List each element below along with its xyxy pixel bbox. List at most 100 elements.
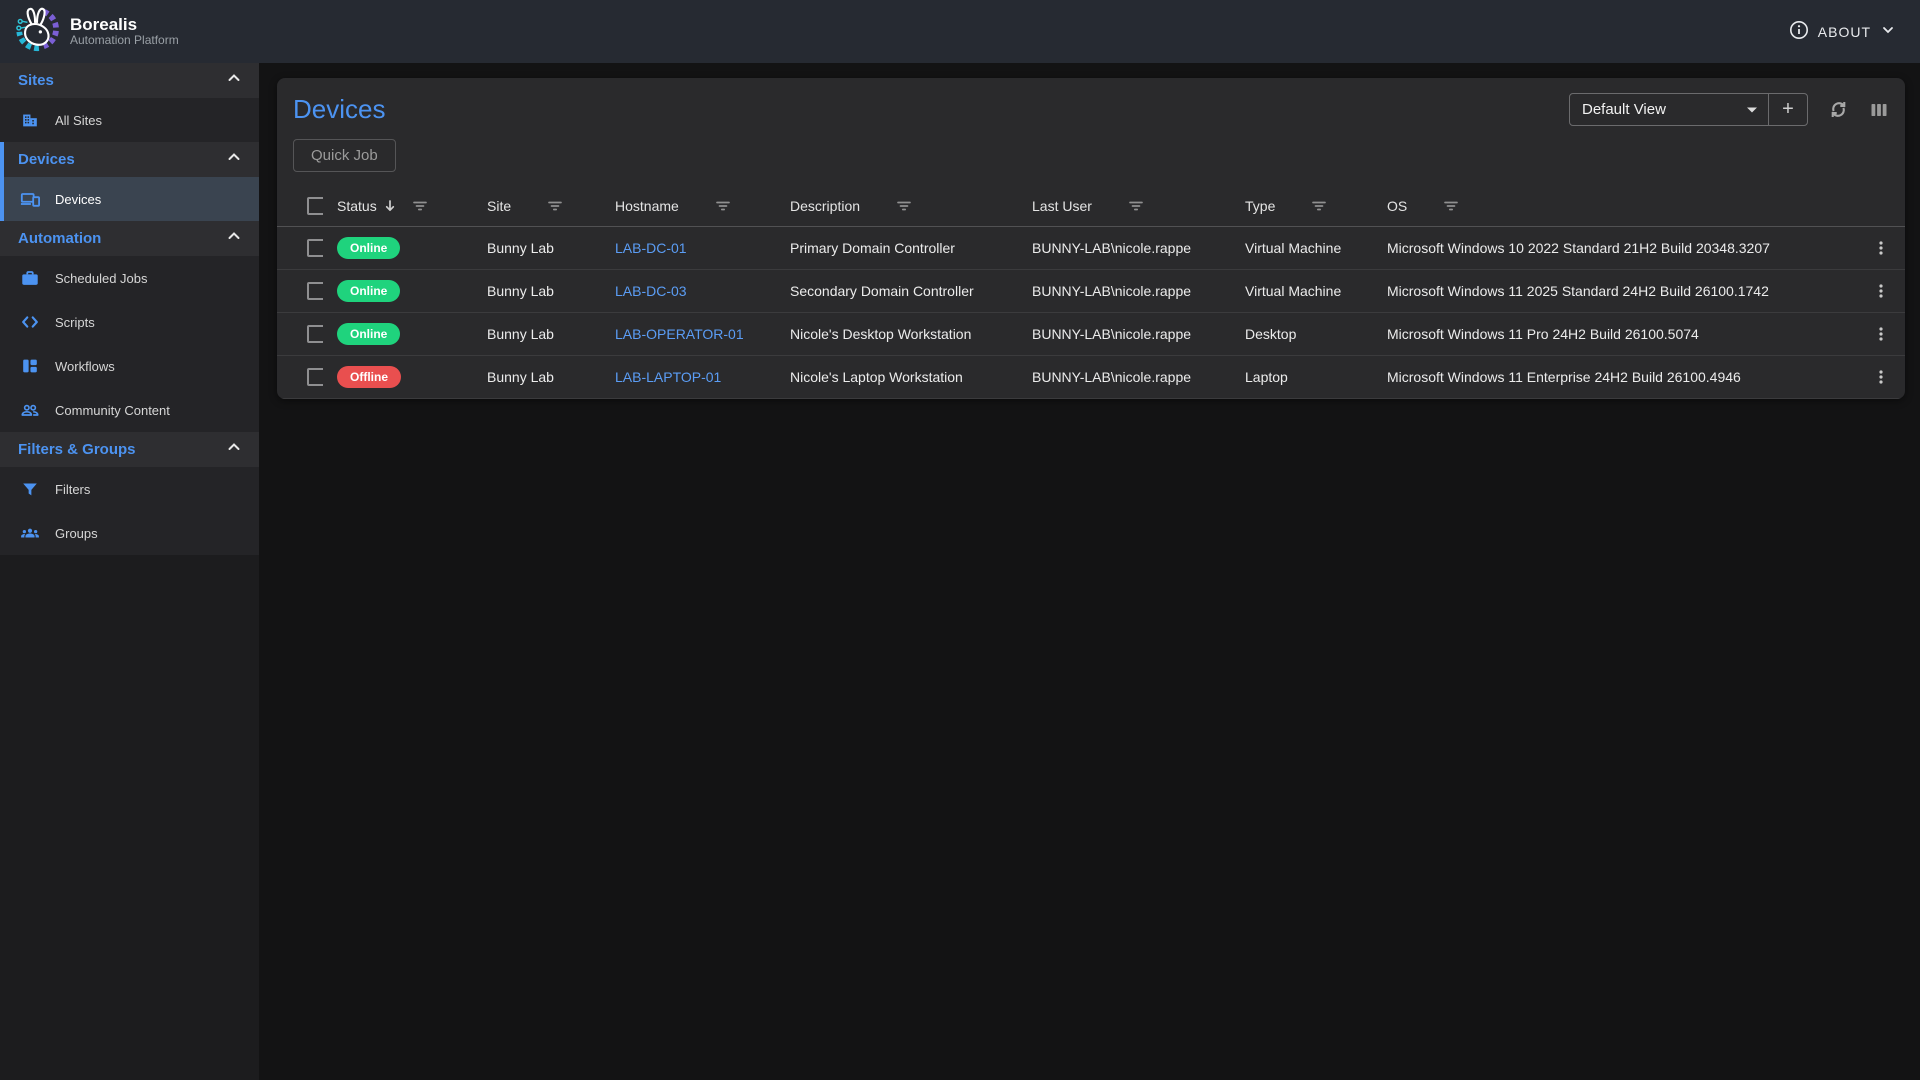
filter-menu-icon[interactable] — [715, 199, 731, 213]
row-menu-button[interactable] — [1872, 368, 1890, 386]
hostname-link[interactable]: LAB-DC-01 — [615, 240, 687, 256]
filter-menu-icon[interactable] — [896, 199, 912, 213]
app-subtitle: Automation Platform — [70, 34, 179, 48]
hostname-link[interactable]: LAB-OPERATOR-01 — [615, 326, 744, 342]
sidebar-item-label: Community Content — [55, 403, 170, 418]
sidebar-item-label: Scripts — [55, 315, 95, 330]
groups-icon — [19, 522, 41, 544]
sidebar-item-devices[interactable]: Devices — [0, 177, 259, 221]
sidebar-item-label: Filters — [55, 482, 90, 497]
filter-menu-icon[interactable] — [1128, 199, 1144, 213]
columns-button[interactable] — [1869, 100, 1889, 120]
status-badge: Online — [337, 280, 400, 302]
hostname-link[interactable]: LAB-LAPTOP-01 — [615, 369, 721, 385]
sidebar-item-scripts[interactable]: Scripts — [0, 300, 259, 344]
row-checkbox[interactable] — [307, 325, 323, 343]
table-header-row: Status Site — [277, 185, 1905, 227]
chevron-up-icon — [225, 148, 243, 171]
hostname-link[interactable]: LAB-DC-03 — [615, 283, 687, 299]
sidebar-item-filters[interactable]: Filters — [0, 467, 259, 511]
column-header-type[interactable]: Type — [1231, 198, 1373, 214]
column-header-site[interactable]: Site — [473, 198, 601, 214]
sidebar-section-header-devices[interactable]: Devices — [0, 142, 259, 177]
sidebar-item-workflows[interactable]: Workflows — [0, 344, 259, 388]
filter-menu-icon[interactable] — [412, 199, 428, 213]
sidebar-item-community-content[interactable]: Community Content — [0, 388, 259, 432]
last-user-cell: BUNNY-LAB\nicole.rappe — [1018, 326, 1231, 342]
os-cell: Microsoft Windows 10 2022 Standard 21H2 … — [1373, 240, 1857, 256]
view-select-value: Default View — [1582, 101, 1666, 118]
devices-panel: Devices Default View + — [277, 78, 1905, 399]
row-menu-button[interactable] — [1872, 282, 1890, 300]
sidebar-item-all-sites[interactable]: All Sites — [0, 98, 259, 142]
site-cell: Bunny Lab — [473, 326, 601, 342]
filter-menu-icon[interactable] — [1311, 199, 1327, 213]
code-icon — [19, 311, 41, 333]
table-row[interactable]: Online Bunny Lab LAB-DC-01 Primary Domai… — [277, 227, 1905, 270]
main-content: Devices Default View + — [259, 63, 1920, 1080]
add-view-button[interactable]: + — [1769, 94, 1807, 125]
os-cell: Microsoft Windows 11 Pro 24H2 Build 2610… — [1373, 326, 1857, 342]
column-header-status[interactable]: Status — [323, 198, 473, 214]
dropdown-arrow-icon — [1746, 101, 1758, 118]
table-row[interactable]: Offline Bunny Lab LAB-LAPTOP-01 Nicole's… — [277, 356, 1905, 399]
type-cell: Virtual Machine — [1231, 283, 1373, 299]
sidebar-item-label: Scheduled Jobs — [55, 271, 148, 286]
sidebar-item-label: Devices — [55, 192, 101, 207]
last-user-cell: BUNNY-LAB\nicole.rappe — [1018, 240, 1231, 256]
row-checkbox[interactable] — [307, 368, 323, 386]
refresh-button[interactable] — [1828, 99, 1849, 120]
column-header-last-user[interactable]: Last User — [1018, 198, 1231, 214]
sidebar: Sites — [0, 63, 259, 1080]
sidebar-item-label: Workflows — [55, 359, 115, 374]
table-row[interactable]: Online Bunny Lab LAB-DC-03 Secondary Dom… — [277, 270, 1905, 313]
chevron-up-icon — [225, 438, 243, 461]
people-outline-icon — [19, 399, 41, 421]
site-cell: Bunny Lab — [473, 283, 601, 299]
sidebar-section-header-filters-groups[interactable]: Filters & Groups — [0, 432, 259, 467]
briefcase-icon — [19, 267, 41, 289]
last-user-cell: BUNNY-LAB\nicole.rappe — [1018, 283, 1231, 299]
view-select[interactable]: Default View — [1570, 94, 1768, 125]
filter-menu-icon[interactable] — [1443, 199, 1459, 213]
sidebar-item-groups[interactable]: Groups — [0, 511, 259, 555]
sidebar-section-header-sites[interactable]: Sites — [0, 63, 259, 98]
sidebar-section-filters-groups: Filters & Groups Filters — [0, 432, 259, 555]
filter-menu-icon[interactable] — [547, 199, 563, 213]
status-badge: Offline — [337, 366, 401, 388]
sidebar-section-devices: Devices Devices — [0, 142, 259, 221]
row-checkbox[interactable] — [307, 239, 323, 257]
os-cell: Microsoft Windows 11 Enterprise 24H2 Bui… — [1373, 369, 1857, 385]
site-cell: Bunny Lab — [473, 240, 601, 256]
description-cell: Nicole's Laptop Workstation — [776, 369, 1018, 385]
row-menu-button[interactable] — [1872, 239, 1890, 257]
row-menu-button[interactable] — [1872, 325, 1890, 343]
column-header-os[interactable]: OS — [1373, 198, 1857, 214]
sidebar-item-scheduled-jobs[interactable]: Scheduled Jobs — [0, 256, 259, 300]
table-row[interactable]: Online Bunny Lab LAB-OPERATOR-01 Nicole'… — [277, 313, 1905, 356]
building-icon — [19, 109, 41, 131]
sidebar-item-label: All Sites — [55, 113, 102, 128]
description-cell: Secondary Domain Controller — [776, 283, 1018, 299]
type-cell: Virtual Machine — [1231, 240, 1373, 256]
about-menu[interactable]: ABOUT — [1789, 20, 1896, 43]
sort-desc-icon[interactable] — [382, 198, 398, 214]
column-header-description[interactable]: Description — [776, 198, 1018, 214]
chevron-up-icon — [225, 69, 243, 92]
devices-table: Status Site — [277, 185, 1905, 399]
chevron-up-icon — [225, 227, 243, 250]
sidebar-section-header-automation[interactable]: Automation — [0, 221, 259, 256]
row-checkbox[interactable] — [307, 282, 323, 300]
view-selector-group: Default View + — [1569, 93, 1808, 126]
status-badge: Online — [337, 237, 400, 259]
sidebar-section-sites: Sites — [0, 63, 259, 142]
description-cell: Primary Domain Controller — [776, 240, 1018, 256]
info-icon — [1789, 20, 1809, 43]
quick-job-button[interactable]: Quick Job — [293, 139, 396, 172]
column-header-hostname[interactable]: Hostname — [601, 198, 776, 214]
select-all-checkbox[interactable] — [307, 197, 323, 215]
devices-icon — [19, 188, 41, 210]
status-badge: Online — [337, 323, 400, 345]
brand: Borealis Automation Platform — [14, 6, 179, 57]
type-cell: Laptop — [1231, 369, 1373, 385]
